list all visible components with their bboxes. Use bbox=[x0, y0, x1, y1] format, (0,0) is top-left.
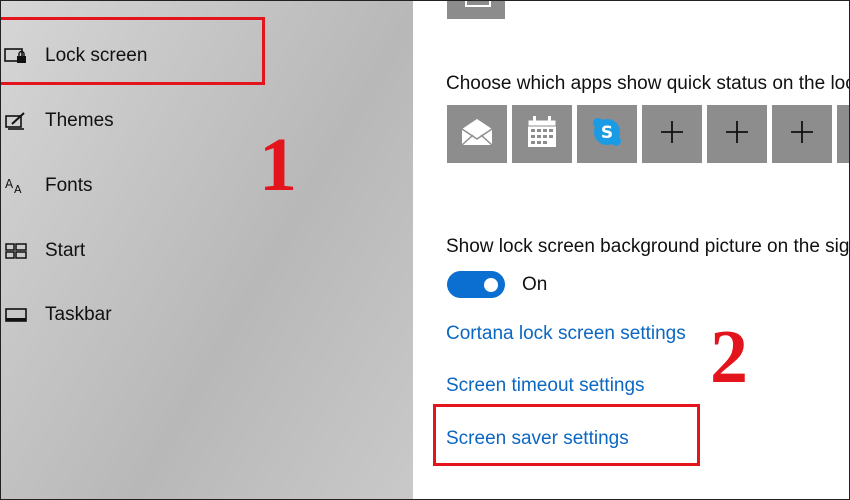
svg-text:A: A bbox=[5, 177, 14, 191]
background-on-signin-heading: Show lock screen background picture on t… bbox=[446, 236, 850, 257]
sidebar-item-label: Themes bbox=[45, 110, 114, 131]
add-app-tile[interactable] bbox=[707, 105, 767, 163]
mail-icon bbox=[459, 117, 495, 152]
highlight-box-lock-screen bbox=[1, 17, 265, 85]
lock-screen-settings-panel: Choose which apps show quick status on t… bbox=[414, 1, 850, 499]
background-on-signin-toggle[interactable] bbox=[447, 271, 505, 298]
add-app-tile[interactable] bbox=[837, 105, 849, 163]
quick-status-app-tiles: S bbox=[447, 105, 849, 163]
background-toggle-row: On bbox=[447, 271, 547, 298]
calendar-app-tile[interactable] bbox=[512, 105, 572, 163]
sidebar-item-label: Start bbox=[45, 240, 86, 261]
quick-status-heading: Choose which apps show quick status on t… bbox=[446, 73, 850, 94]
plus-icon bbox=[789, 119, 815, 150]
add-app-tile[interactable] bbox=[642, 105, 702, 163]
calendar-icon bbox=[527, 115, 557, 153]
taskbar-icon bbox=[3, 305, 29, 325]
skype-icon: S bbox=[591, 116, 623, 153]
personalization-sidebar: Lock screen Themes A A Fonts Start Taskb… bbox=[1, 1, 413, 499]
start-icon bbox=[3, 241, 29, 261]
background-preview-tile[interactable] bbox=[447, 1, 505, 19]
sidebar-item-fonts[interactable]: A A Fonts bbox=[1, 166, 93, 206]
mail-app-tile[interactable] bbox=[447, 105, 507, 163]
sidebar-item-start[interactable]: Start bbox=[1, 231, 85, 271]
cortana-lock-screen-settings-link[interactable]: Cortana lock screen settings bbox=[446, 323, 686, 345]
fonts-icon: A A bbox=[3, 176, 29, 196]
skype-app-tile[interactable]: S bbox=[577, 105, 637, 163]
svg-text:S: S bbox=[601, 123, 613, 143]
sidebar-item-label: Taskbar bbox=[45, 304, 112, 325]
settings-window: Lock screen Themes A A Fonts Start Taskb… bbox=[0, 0, 850, 500]
highlight-box-screen-saver bbox=[433, 404, 700, 466]
toggle-state-label: On bbox=[522, 273, 548, 295]
sidebar-item-taskbar[interactable]: Taskbar bbox=[1, 295, 112, 335]
plus-icon bbox=[724, 119, 750, 150]
add-app-tile[interactable] bbox=[772, 105, 832, 163]
themes-icon bbox=[3, 111, 29, 131]
step-number-2: 2 bbox=[710, 315, 748, 399]
step-number-1: 1 bbox=[259, 123, 297, 207]
screen-timeout-settings-link[interactable]: Screen timeout settings bbox=[446, 375, 645, 397]
plus-icon bbox=[659, 119, 685, 150]
svg-text:A: A bbox=[14, 183, 22, 196]
sidebar-item-label: Fonts bbox=[45, 175, 93, 196]
sidebar-item-themes[interactable]: Themes bbox=[1, 101, 114, 141]
